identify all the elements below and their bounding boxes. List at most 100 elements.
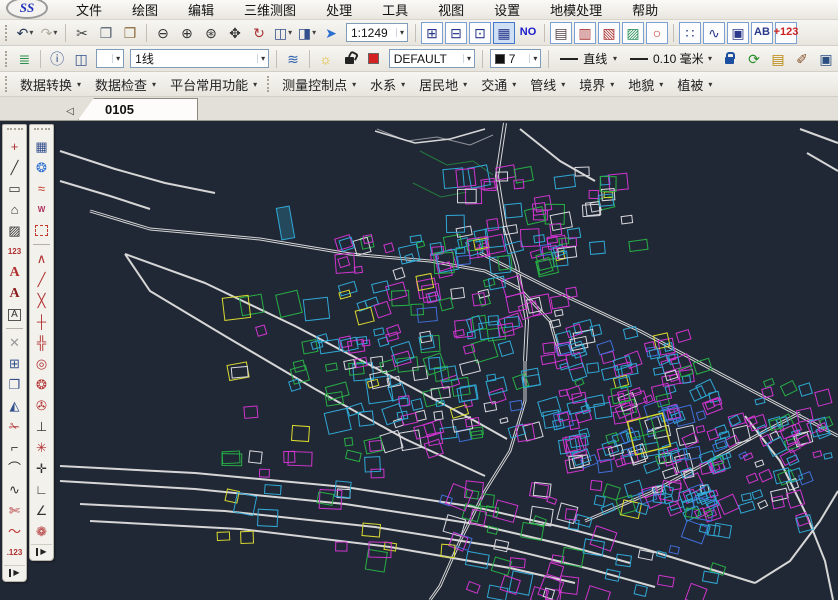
pan[interactable]: ✥ (224, 22, 246, 44)
dropdown-caret[interactable]: ▾ (288, 28, 292, 37)
undo[interactable]: ↶▾ (14, 22, 36, 44)
menu-item-5[interactable]: 工具 (368, 0, 422, 21)
refresh[interactable]: ⟳ (743, 48, 765, 70)
viewport-grid[interactable]: ▦ (493, 22, 515, 44)
viewport-two[interactable]: ⊟ (445, 22, 467, 44)
draw-point[interactable]: + (4, 136, 25, 157)
menu-item-7[interactable]: 设置 (480, 0, 534, 21)
map-canvas[interactable]: +╱▭⌂▨123AAA✕⊞❐◭✁⌐⌒∿✄～.123▶ ▦❂≈W∧╱╳┼╬◎❂✇⊥… (0, 121, 838, 600)
draw-rect[interactable]: ▭ (4, 178, 25, 199)
polygon-node[interactable]: ❂ (31, 374, 52, 395)
viewport-three[interactable]: ⊡ (469, 22, 491, 44)
toolbar-grip[interactable] (267, 76, 272, 92)
linetype-combo[interactable]: 直线▾ (556, 49, 620, 68)
grid-node[interactable]: ╬ (31, 332, 52, 353)
layer-preview[interactable]: ◫ (70, 48, 92, 70)
block-style[interactable]: ▣ (727, 22, 749, 44)
menu-boundary[interactable]: 境界▾ (572, 72, 621, 97)
arc-bump[interactable]: ⌒ (4, 458, 25, 479)
draworder-up[interactable]: ▥ (574, 22, 596, 44)
color-combo[interactable]: 7▾ (490, 49, 542, 68)
perpendicular[interactable]: ⊥ (31, 416, 52, 437)
menu-data-check[interactable]: 数据检查▾ (88, 72, 163, 97)
spline-curve[interactable]: ∿ (4, 479, 25, 500)
dropdown-caret[interactable]: ▾ (705, 54, 715, 63)
menu-landform[interactable]: 地貌▾ (621, 72, 670, 97)
copy-object[interactable]: ❐ (4, 374, 25, 395)
gear-symbol[interactable]: ❁ (31, 521, 52, 542)
zoom-out[interactable]: ⊖ (152, 22, 174, 44)
menu-traffic[interactable]: 交通▾ (474, 72, 523, 97)
dropdown-caret[interactable]: ▾ (463, 54, 474, 63)
node-delete[interactable]: ╳ (31, 290, 52, 311)
menu-control-points[interactable]: 测量控制点▾ (275, 72, 363, 97)
layer-filter-field[interactable]: ▾ (96, 49, 124, 68)
menu-item-1[interactable]: 绘图 (118, 0, 172, 21)
dropdown-caret[interactable]: ▾ (29, 28, 33, 37)
menu-item-8[interactable]: 地模处理 (536, 0, 616, 21)
number-style[interactable]: +123 (775, 22, 797, 44)
object-info[interactable]: ⓘ (46, 48, 68, 70)
node-insert[interactable]: ┼ (31, 311, 52, 332)
break[interactable]: ✁ (4, 416, 25, 437)
draw-polygon[interactable]: ⌂ (4, 199, 25, 220)
segment-node[interactable]: ╱ (31, 269, 52, 290)
palette-grip[interactable] (34, 128, 50, 135)
named-view[interactable]: ◫▾ (272, 22, 294, 44)
draworder-bottom[interactable]: ▨ (622, 22, 644, 44)
vegetation-symbol[interactable]: W (31, 199, 52, 220)
dropdown-caret[interactable]: ▾ (53, 28, 57, 37)
circle-center[interactable]: ◎ (31, 353, 52, 374)
layer-list[interactable]: ≣ (13, 48, 35, 70)
insert-block[interactable]: ⊞ (4, 353, 25, 374)
pipe-curve[interactable]: ～ (4, 521, 25, 542)
trim-extend[interactable]: ⌐ (4, 437, 25, 458)
draw-region[interactable]: ▨ (4, 220, 25, 241)
draw-text-big[interactable]: A (4, 283, 25, 304)
text-style[interactable]: AB (751, 22, 773, 44)
draw-textbox[interactable]: A (4, 304, 25, 325)
numbering[interactable]: .123 (4, 542, 25, 563)
menu-item-2[interactable]: 编辑 (174, 0, 228, 21)
draw-text[interactable]: A (4, 262, 25, 283)
zoom-in[interactable]: ⊕ (176, 22, 198, 44)
node-edit[interactable]: ∧ (31, 248, 52, 269)
lock-settings[interactable] (719, 48, 741, 70)
clip[interactable]: ✄ (4, 500, 25, 521)
draworder-top[interactable]: ▤ (550, 22, 572, 44)
draw-dimension[interactable]: 123 (4, 241, 25, 262)
menu-residential[interactable]: 居民地▾ (412, 72, 474, 97)
menu-item-4[interactable]: 处理 (312, 0, 366, 21)
toolbar-grip[interactable] (5, 51, 9, 67)
toolbar-grip[interactable] (5, 76, 10, 92)
menu-item-9[interactable]: 帮助 (618, 0, 672, 21)
menu-item-0[interactable]: 文件 (62, 0, 116, 21)
scale-combo[interactable]: 1:1249▾ (346, 23, 408, 42)
current-color[interactable] (363, 48, 385, 70)
layer-on[interactable]: ☼ (315, 48, 337, 70)
menu-data-convert[interactable]: 数据转换▾ (13, 72, 88, 97)
fly-view[interactable]: ➤ (320, 22, 342, 44)
zoom-window[interactable]: ⊛ (200, 22, 222, 44)
palette-edit-overflow[interactable]: ▶ (31, 544, 52, 558)
dropdown-caret[interactable]: ▾ (312, 28, 316, 37)
star-point[interactable]: ✳ (31, 437, 52, 458)
layer-unlock[interactable] (339, 48, 361, 70)
toolbar-grip[interactable] (5, 25, 10, 41)
erase[interactable]: ✕ (4, 332, 25, 353)
tab-back-button[interactable]: ◁ (62, 102, 78, 120)
draworder-down[interactable]: ▧ (598, 22, 620, 44)
dropdown-caret[interactable]: ▾ (396, 28, 407, 37)
drawing-tab-0105[interactable]: 0105 (78, 98, 198, 120)
dropdown-caret[interactable]: ▾ (112, 54, 123, 63)
polyline-style[interactable]: ∿ (703, 22, 725, 44)
style-combo[interactable]: DEFAULT▾ (389, 49, 475, 68)
ribbon-feature[interactable]: ≈ (31, 178, 52, 199)
point-style[interactable]: ∷ (679, 22, 701, 44)
regen-view[interactable]: ◨▾ (296, 22, 318, 44)
paste[interactable]: ❒ (119, 22, 141, 44)
menu-pipeline[interactable]: 管线▾ (523, 72, 572, 97)
symbol-library[interactable]: ❂ (31, 157, 52, 178)
lineweight-combo[interactable]: 0.10 毫米▾ (626, 49, 715, 68)
select-box[interactable] (31, 220, 52, 241)
